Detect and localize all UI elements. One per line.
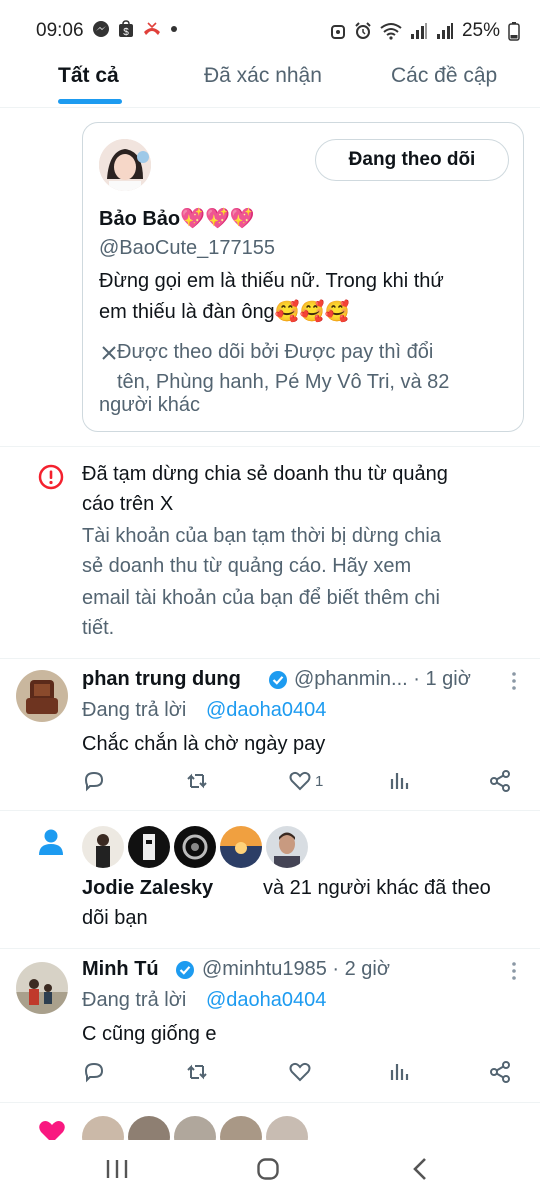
alarm-icon xyxy=(330,25,345,39)
follower-avatar[interactable] xyxy=(128,826,170,868)
like-button[interactable] xyxy=(288,1060,315,1084)
tweet-actions xyxy=(82,1060,512,1090)
person-icon xyxy=(39,829,63,855)
followed-by-line-3: người khác xyxy=(99,394,200,416)
more-icon[interactable] xyxy=(508,670,520,692)
avatar[interactable] xyxy=(16,670,68,722)
views-button[interactable] xyxy=(387,769,411,793)
alarm-clock-icon xyxy=(355,22,371,39)
avatar[interactable] xyxy=(99,139,151,191)
share-icon xyxy=(490,770,510,792)
verified-icon xyxy=(269,671,287,689)
avatar[interactable] xyxy=(16,962,68,1014)
followed-by-line-1: Được theo dõi bởi Được pay thì đổi xyxy=(117,341,434,363)
profile-card[interactable]: Đang theo dõi Bảo Bảo💖💖💖 @BaoCute_177155… xyxy=(82,122,524,432)
status-bar: 09:06 $ 25% xyxy=(0,0,540,58)
like-icon xyxy=(289,1062,311,1082)
alert-title-line-2: cáo trên X xyxy=(82,493,174,515)
reply-handle-time: @phanmin... · 1 giờ xyxy=(294,668,471,690)
reply-icon xyxy=(84,1062,104,1083)
signal-2-icon xyxy=(436,23,453,39)
tab-verified[interactable]: Đã xác nhận xyxy=(204,64,322,88)
shop-icon: $ xyxy=(119,20,133,38)
system-nav-bar xyxy=(0,1140,540,1200)
share-button[interactable] xyxy=(488,769,512,793)
retweet-button[interactable] xyxy=(185,1060,209,1084)
replying-to-link[interactable]: @daoha0404 xyxy=(206,985,326,1015)
divider xyxy=(0,948,540,949)
status-time: 09:06 xyxy=(36,20,84,41)
dot-icon xyxy=(171,26,177,32)
battery-icon xyxy=(508,22,520,41)
tab-mentions[interactable]: Các đề cập xyxy=(391,64,497,88)
follower-name[interactable]: Jodie Zalesky xyxy=(82,873,213,903)
svg-text:$: $ xyxy=(123,27,129,38)
reply-author-name[interactable]: phan trung dung xyxy=(82,664,241,694)
follower-avatar[interactable] xyxy=(82,826,124,868)
retweet-icon xyxy=(187,773,207,789)
retweet-icon xyxy=(187,1064,207,1080)
tab-all[interactable]: Tất cả xyxy=(58,64,119,88)
reply-text: Chắc chắn là chờ ngày pay xyxy=(82,733,326,755)
follower-avatar[interactable] xyxy=(174,826,216,868)
share-icon xyxy=(490,1061,510,1083)
recents-icon[interactable] xyxy=(104,1158,130,1180)
alert-title-line-1: Đã tạm dừng chia sẻ doanh thu từ quảng xyxy=(82,463,448,485)
active-tab-indicator xyxy=(58,99,122,104)
follow-notice-text-2: dõi bạn xyxy=(82,907,148,929)
replying-to-label: Đang trả lời xyxy=(82,989,187,1011)
more-icon[interactable] xyxy=(508,960,520,982)
home-icon[interactable] xyxy=(256,1157,280,1181)
follow-notice-text: và 21 người khác đã theo xyxy=(263,877,491,899)
divider xyxy=(0,1102,540,1103)
following-button[interactable]: Đang theo dõi xyxy=(315,139,509,181)
share-button[interactable] xyxy=(488,1060,512,1084)
reply-handle-time: @minhtu1985 · 2 giờ xyxy=(202,958,390,980)
replying-to-label: Đang trả lời xyxy=(82,699,187,721)
profile-bio-line-1: Đừng gọi em là thiếu nữ. Trong khi thứ xyxy=(99,270,444,292)
alert-body-line-4: tiết. xyxy=(82,617,115,639)
like-icon xyxy=(289,771,311,791)
follower-avatar[interactable] xyxy=(266,826,308,868)
like-count: 1 xyxy=(315,772,324,790)
reply-button[interactable] xyxy=(82,769,106,793)
reply-author-name[interactable]: Minh Tú xyxy=(82,954,159,984)
reply-icon xyxy=(84,771,104,792)
profile-bio-line-2: em thiếu là đàn ông🥰🥰🥰 xyxy=(99,301,350,323)
views-icon xyxy=(390,1064,409,1080)
views-icon xyxy=(390,773,409,789)
wifi-icon xyxy=(380,23,402,40)
follower-avatar[interactable] xyxy=(220,826,262,868)
reply-text: C cũng giống e xyxy=(82,1023,217,1045)
views-button[interactable] xyxy=(387,1060,411,1084)
alert-body-line-3: email tài khoản của bạn để biết thêm chi xyxy=(82,587,440,609)
divider xyxy=(0,810,540,811)
reply-button[interactable] xyxy=(82,1060,106,1084)
signal-icon xyxy=(410,23,427,39)
x-logo-icon xyxy=(102,346,116,360)
divider xyxy=(0,446,540,447)
profile-name[interactable]: Bảo Bảo💖💖💖 xyxy=(99,204,255,234)
like-button[interactable]: 1 xyxy=(288,769,323,793)
alert-icon xyxy=(38,464,64,490)
profile-handle: @BaoCute_177155 xyxy=(99,237,275,259)
alert-body-line-1: Tài khoản của bạn tạm thời bị dừng chia xyxy=(82,525,441,547)
retweet-button[interactable] xyxy=(185,769,209,793)
verified-icon xyxy=(176,961,194,979)
back-icon[interactable] xyxy=(410,1157,430,1181)
alert-body-line-2: sẻ doanh thu từ quảng cáo. Hãy xem xyxy=(82,555,412,577)
tweet-actions: 1 xyxy=(82,769,512,799)
divider xyxy=(0,658,540,659)
replying-to-link[interactable]: @daoha0404 xyxy=(206,695,326,725)
messenger-icon xyxy=(93,21,109,37)
notification-tabs: Tất cả Đã xác nhận Các đề cập xyxy=(0,58,540,108)
battery-text: 25% xyxy=(461,20,500,41)
missed-call-icon xyxy=(144,22,160,35)
